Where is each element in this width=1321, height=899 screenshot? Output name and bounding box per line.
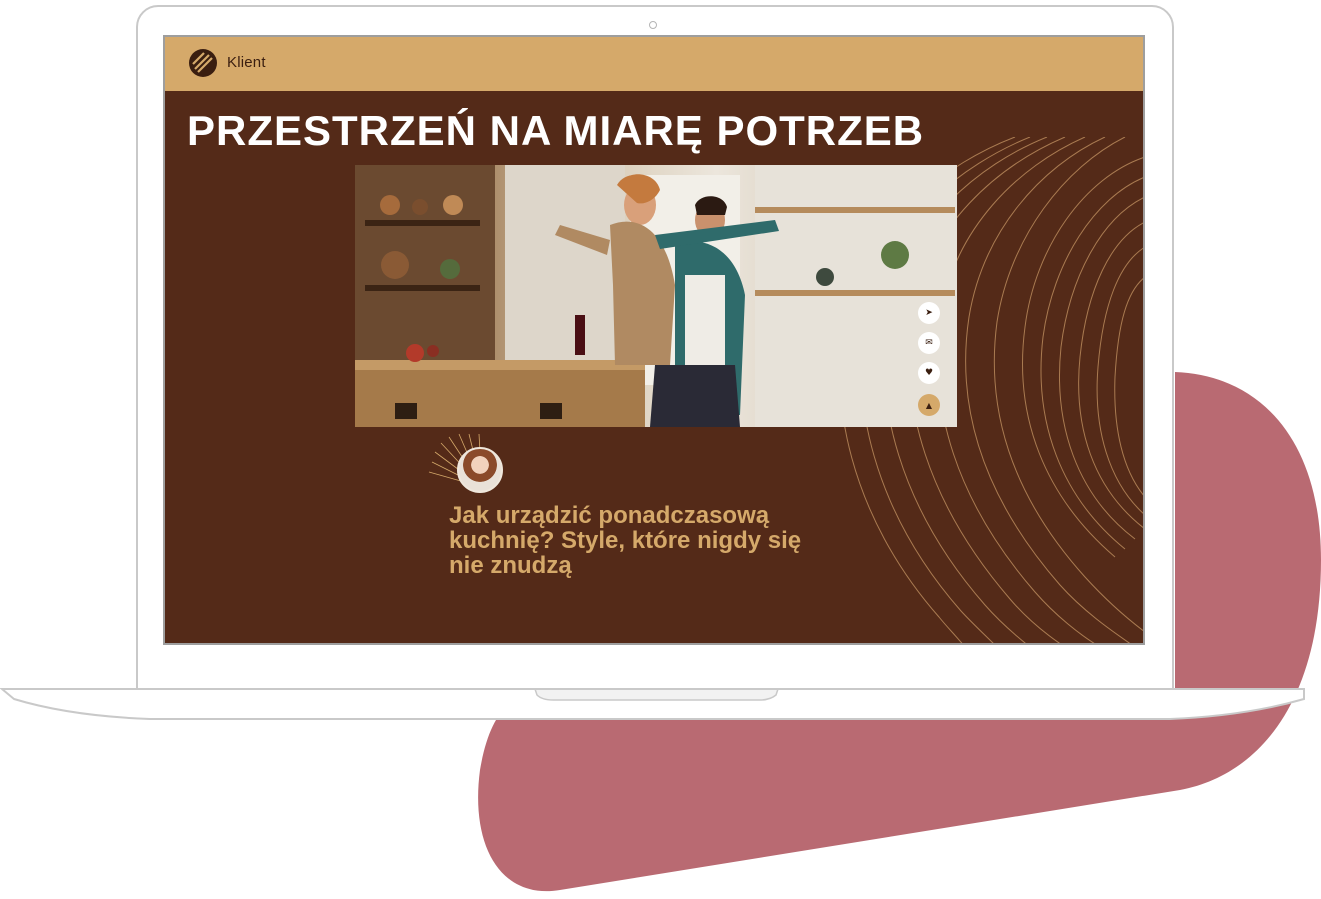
logo-icon[interactable]	[187, 47, 219, 79]
scroll-up-icon[interactable]: ▲	[918, 394, 940, 416]
laptop-camera	[649, 21, 657, 29]
email-icon[interactable]: ✉	[918, 332, 940, 354]
hero-photo	[355, 165, 957, 427]
share-icon[interactable]: ➤	[918, 302, 940, 324]
article-title[interactable]: Jak urządzić ponadczasową kuchnię? Style…	[449, 503, 829, 578]
twitter-icon[interactable]: ♥	[918, 362, 940, 384]
laptop-screen: Klient PRZESTRZEŃ NA MIARĘ POTRZEB ➤ ✉ ♥…	[163, 35, 1145, 645]
kitchen-couple-image	[355, 165, 957, 427]
site-header: Klient	[165, 37, 1143, 91]
brand-name[interactable]: Klient	[227, 54, 266, 71]
laptop-base	[0, 688, 1305, 720]
author-avatar[interactable]	[457, 447, 503, 493]
